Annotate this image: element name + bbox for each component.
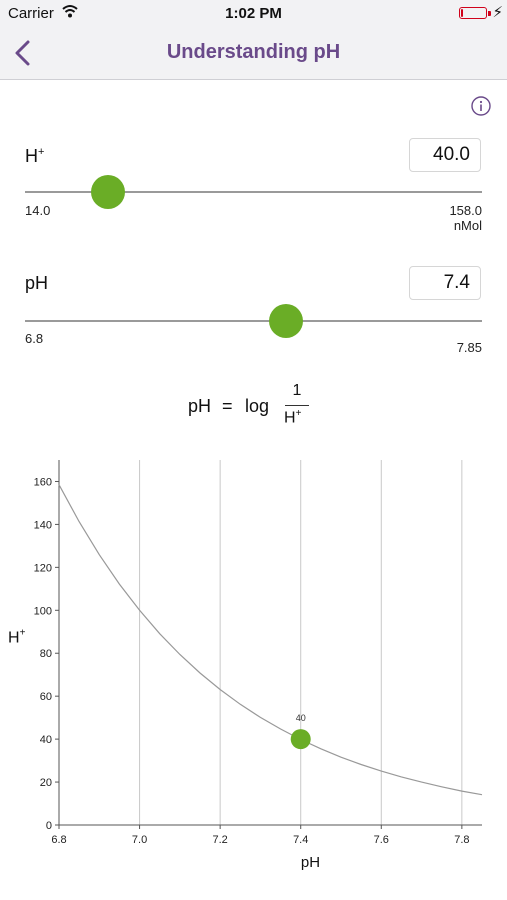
formula-equals: = bbox=[222, 396, 233, 416]
ph-label: pH bbox=[25, 273, 49, 293]
ph-max-label: 7.85 bbox=[456, 340, 482, 355]
h-plus-label: H+ bbox=[25, 146, 44, 167]
formula-log: log bbox=[245, 396, 270, 416]
formula-numerator: 1 bbox=[292, 382, 302, 399]
ph-slider-thumb[interactable] bbox=[269, 304, 304, 338]
chart-x-axis-label: pH bbox=[301, 854, 320, 871]
battery-level bbox=[461, 9, 463, 17]
chart-ticks: 6.8 7.0 7.2 7.4 7.6 7.8 0 20 40 60 80 100 120 140 160 bbox=[34, 476, 470, 846]
formula-denominator-main: H bbox=[284, 409, 296, 427]
chart-y-tick-label: 80 bbox=[40, 648, 52, 660]
ph-formula: pH = log 1 H+ bbox=[0, 380, 507, 430]
chart-x-tick-label: 7.4 bbox=[293, 834, 308, 846]
chart-x-tick-label: 7.6 bbox=[374, 834, 389, 846]
chart-x-tick-label: 7.8 bbox=[454, 834, 469, 846]
chart-y-axis-label-main: H bbox=[8, 630, 20, 647]
formula-denominator: H+ bbox=[284, 408, 301, 427]
ph-value-field[interactable]: 7.4 bbox=[409, 266, 481, 300]
h-plus-min-label: 14.0 bbox=[25, 203, 51, 218]
chart-y-axis-label: H+ bbox=[8, 628, 26, 647]
chart-x-tick-label: 7.0 bbox=[132, 834, 147, 846]
chart-x-tick-label: 6.8 bbox=[51, 834, 66, 846]
formula-lhs: pH bbox=[188, 396, 212, 416]
h-plus-unit-label: nMol bbox=[453, 218, 482, 233]
charging-bolt-icon: ⚡︎ bbox=[492, 4, 503, 21]
h-plus-slider-thumb[interactable] bbox=[90, 175, 125, 209]
h-plus-value-field[interactable]: 40.0 bbox=[409, 138, 481, 172]
battery-tip bbox=[488, 11, 491, 16]
chart-current-point-label: 40 bbox=[296, 713, 306, 723]
status-bar: Carrier 1:02 PM ⚡︎ bbox=[0, 0, 507, 28]
chart-y-tick-label: 160 bbox=[34, 476, 52, 488]
h-plus-max-label: 158.0 bbox=[449, 203, 482, 218]
h-plus-vs-ph-chart: 6.8 7.0 7.2 7.4 7.6 7.8020406080100120140160 … bbox=[8, 460, 483, 871]
h-plus-label-main: H bbox=[25, 146, 38, 166]
chart-y-tick-label: 0 bbox=[46, 820, 52, 832]
info-circle-icon bbox=[471, 96, 491, 116]
formula-fraction-bar bbox=[285, 405, 309, 406]
chart-y-tick-label: 120 bbox=[34, 562, 52, 574]
status-time: 1:02 PM bbox=[225, 5, 282, 22]
page-title: Understanding pH bbox=[166, 41, 341, 63]
chart-y-tick-label: 20 bbox=[40, 777, 52, 789]
formula-denominator-sup: + bbox=[295, 408, 302, 419]
info-button[interactable] bbox=[471, 96, 491, 116]
ph-slider-track[interactable] bbox=[25, 320, 482, 322]
ph-min-label: 6.8 bbox=[25, 331, 44, 346]
navigation-bar: Understanding pH bbox=[0, 28, 507, 80]
chart-x-tick-label: 7.2 bbox=[212, 834, 227, 846]
chart-y-axis-label-sup: + bbox=[20, 628, 26, 639]
chart-current-point bbox=[290, 729, 311, 750]
chart-y-tick-label: 100 bbox=[34, 605, 52, 617]
chart-y-tick-label: 140 bbox=[34, 519, 52, 531]
chart-grid bbox=[139, 460, 463, 825]
h-plus-label-sup: + bbox=[38, 146, 45, 158]
battery-icon bbox=[459, 7, 487, 19]
chart-series-line bbox=[58, 484, 483, 796]
chart-y-tick-label: 40 bbox=[40, 734, 52, 746]
chart-y-tick-label: 60 bbox=[40, 691, 52, 703]
